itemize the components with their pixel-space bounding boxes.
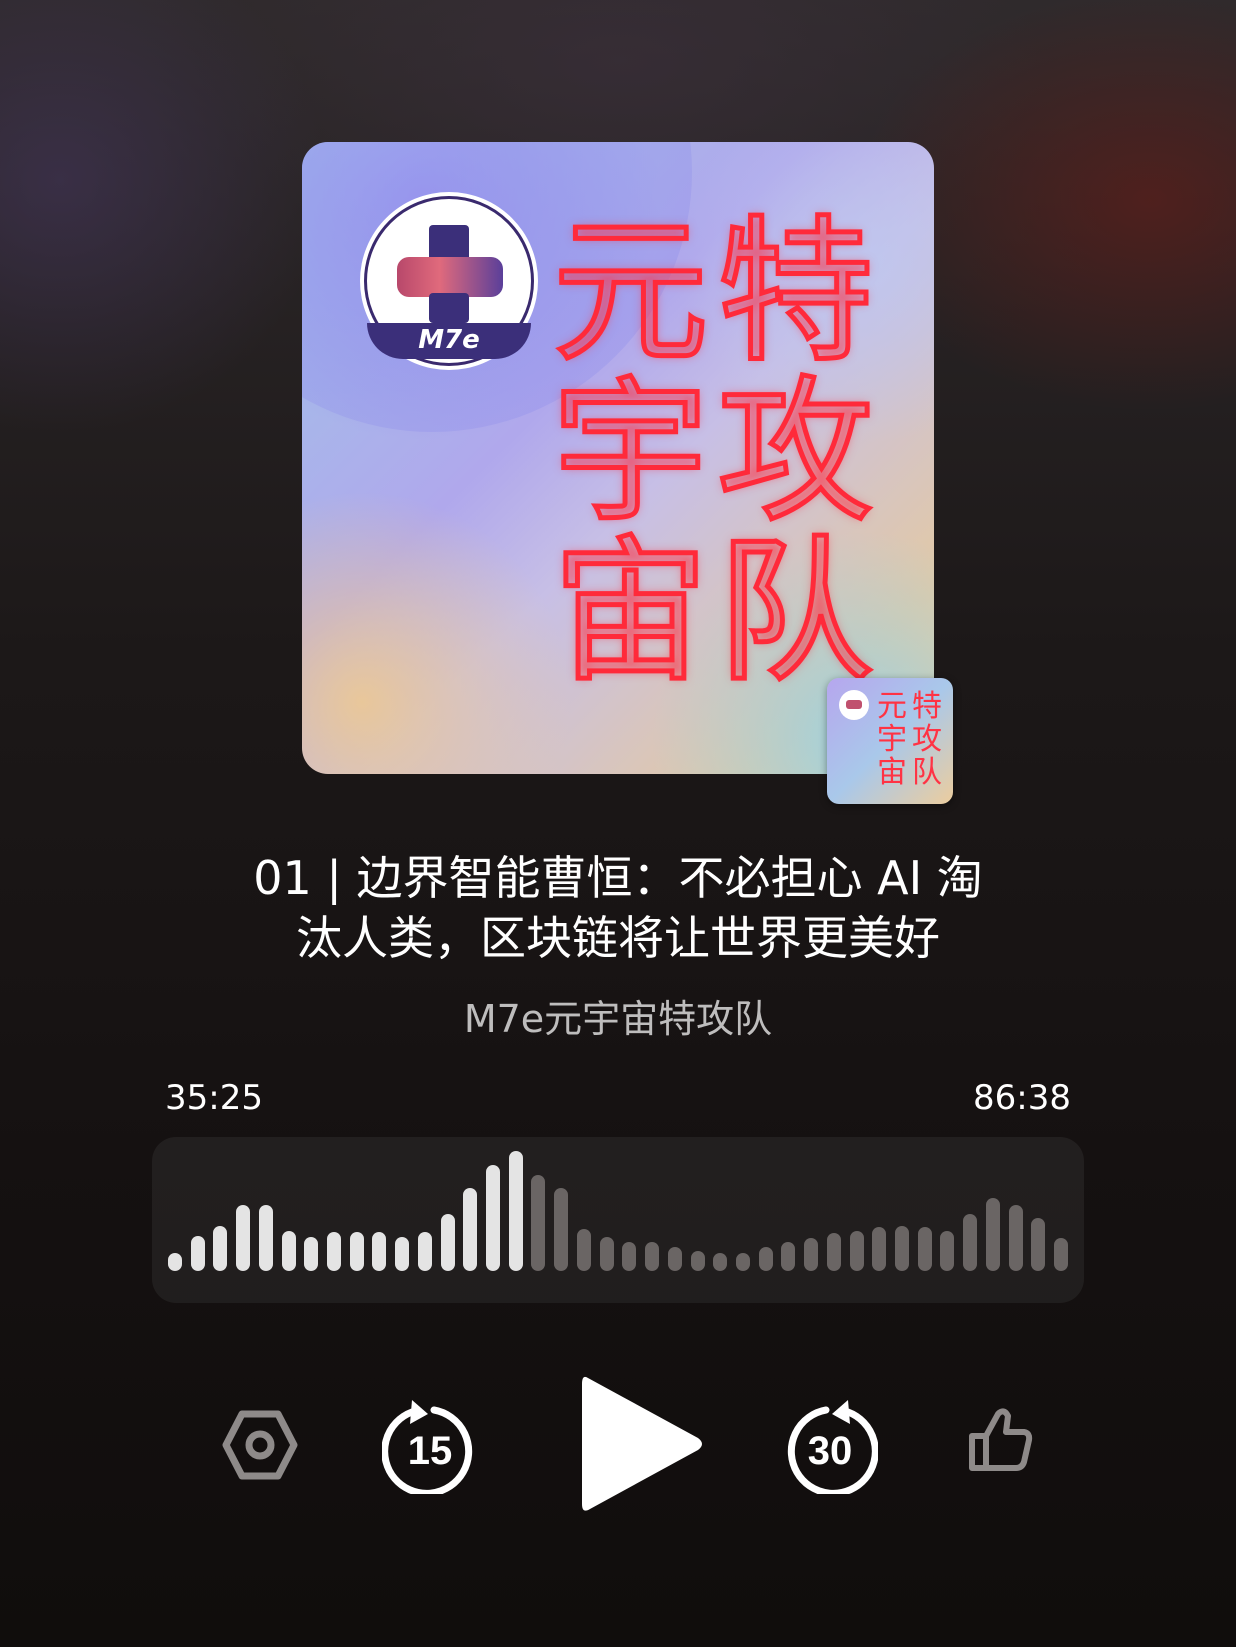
waveform-bar xyxy=(826,1233,841,1271)
waveform-bar xyxy=(872,1226,887,1271)
waveform-bar xyxy=(486,1165,501,1271)
play-icon xyxy=(574,1368,710,1520)
vr-headset-icon xyxy=(397,257,503,297)
waveform-bar xyxy=(372,1231,387,1271)
artwork-title-char: 特 xyxy=(715,201,876,383)
waveform-bar xyxy=(690,1250,705,1271)
waveform-bar xyxy=(349,1231,364,1271)
waveform-bar xyxy=(576,1229,591,1271)
waveform-bar xyxy=(1031,1218,1046,1271)
waveform-bar xyxy=(804,1238,819,1271)
play-button[interactable] xyxy=(574,1368,710,1520)
waveform-bar xyxy=(963,1214,978,1271)
skip-forward-30-icon: 30 xyxy=(782,1396,878,1494)
skip-forward-label: 30 xyxy=(808,1429,853,1473)
podcast-name-link[interactable]: M7e元宇宙特攻队 xyxy=(0,988,1236,1043)
artwork-title: 元 特 宇 攻 宙 队 xyxy=(548,201,878,703)
waveform-bar xyxy=(213,1225,228,1271)
waveform-bar xyxy=(645,1242,660,1271)
waveform-bar xyxy=(440,1214,455,1271)
podcast-thumbnail: 元 特 宇 攻 宙 队 xyxy=(827,678,953,804)
waveform-bar xyxy=(395,1236,410,1271)
like-button[interactable] xyxy=(968,1406,1034,1474)
episode-title-line: 汰人类，区块链将让世界更美好 xyxy=(296,911,940,965)
waveform-bar xyxy=(190,1235,205,1271)
waveform-scrubber[interactable] xyxy=(152,1137,1084,1303)
waveform-bar xyxy=(781,1242,796,1271)
waveform-bar xyxy=(531,1175,546,1271)
waveform-bar xyxy=(894,1225,909,1271)
total-time: 86:38 xyxy=(973,1078,1071,1118)
waveform-bar xyxy=(849,1230,864,1271)
episode-title-line: 01 | 边界智能曹恒：不必担心 AI 淘 xyxy=(253,851,983,905)
skip-back-15-button[interactable]: 15 xyxy=(382,1396,478,1494)
mini-logo-icon xyxy=(839,690,869,720)
settings-hexagon-icon xyxy=(222,1410,298,1480)
waveform-bar xyxy=(508,1151,523,1271)
artwork-title-char: 元 xyxy=(550,201,711,383)
skip-forward-30-button[interactable]: 30 xyxy=(782,1396,878,1494)
waveform-bar xyxy=(417,1231,432,1271)
waveform-bar xyxy=(554,1187,569,1271)
artwork-title-char: 攻 xyxy=(715,361,876,543)
waveform-bar xyxy=(327,1231,342,1271)
waveform-bar xyxy=(917,1226,932,1271)
waveform-bar xyxy=(667,1247,682,1271)
waveform-bar xyxy=(713,1253,728,1271)
logo-text: M7e xyxy=(367,323,531,359)
waveform-bar xyxy=(236,1205,251,1271)
waveform-bar xyxy=(985,1197,1000,1271)
settings-button[interactable] xyxy=(222,1410,298,1480)
skip-back-15-icon: 15 xyxy=(382,1396,478,1494)
waveform-bar xyxy=(1054,1238,1068,1271)
waveform-bar xyxy=(304,1236,319,1271)
mini-artwork-title: 元 特 宇 攻 宙 队 xyxy=(877,689,942,790)
waveform-bar xyxy=(463,1187,478,1271)
episode-title: 01 | 边界智能曹恒：不必担心 AI 淘 汰人类，区块链将让世界更美好 xyxy=(180,848,1056,968)
artwork-title-char: 宇 xyxy=(550,361,711,543)
waveform-bar xyxy=(1008,1205,1023,1271)
thumbs-up-icon xyxy=(968,1406,1034,1474)
waveform-bar xyxy=(281,1230,296,1271)
artwork-title-char: 宙 xyxy=(550,521,711,703)
waveform-bar xyxy=(599,1236,614,1271)
waveform-bar xyxy=(622,1242,637,1271)
skip-back-label: 15 xyxy=(408,1429,453,1473)
waveform-bar xyxy=(940,1230,955,1271)
m7e-logo: M7e xyxy=(364,196,534,366)
artwork-title-char: 队 xyxy=(715,521,876,703)
elapsed-time: 35:25 xyxy=(165,1078,263,1118)
waveform-bar xyxy=(258,1205,273,1271)
waveform-bar xyxy=(758,1247,773,1271)
waveform-bar xyxy=(168,1253,182,1271)
waveform-bar xyxy=(735,1253,750,1271)
